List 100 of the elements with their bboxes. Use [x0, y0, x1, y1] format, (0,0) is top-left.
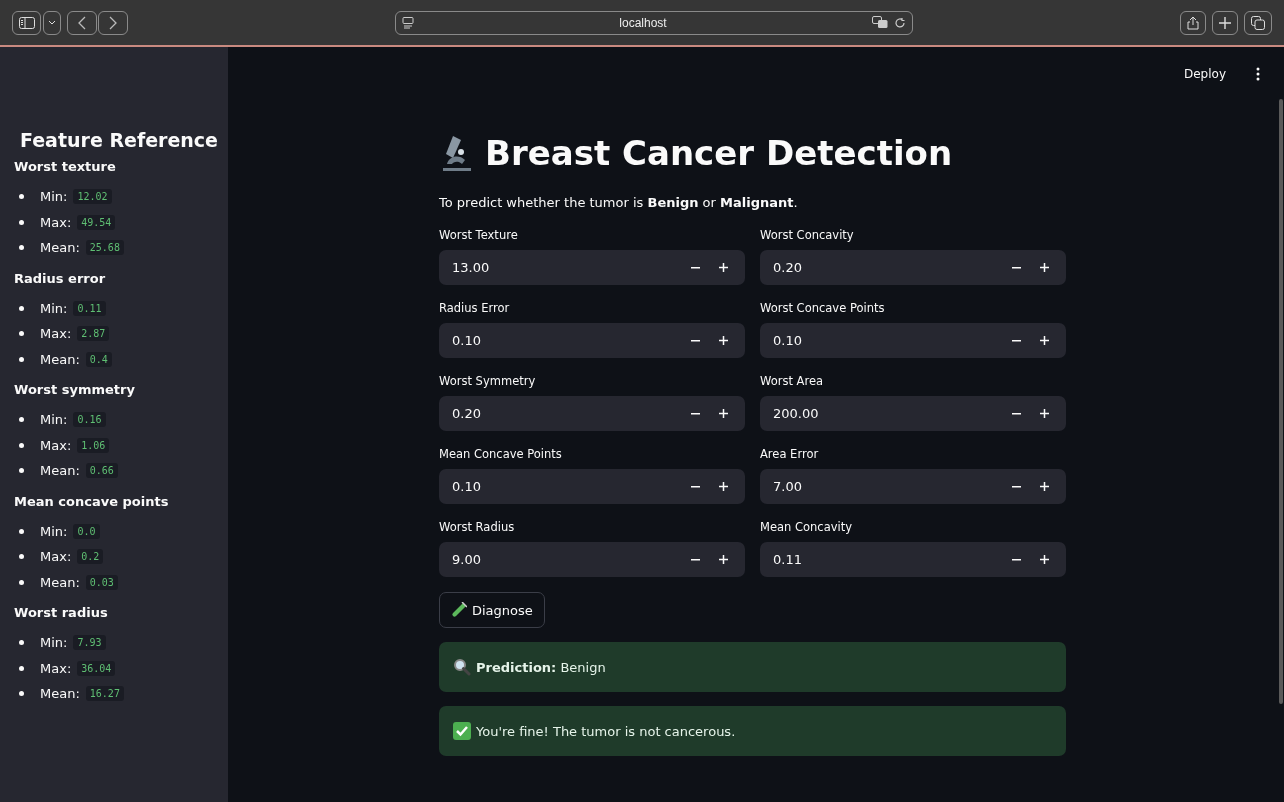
plus-icon	[1039, 409, 1049, 418]
number-input[interactable]: 0.20	[760, 250, 1066, 285]
number-input[interactable]: 7.00	[760, 469, 1066, 504]
plus-icon	[1039, 336, 1049, 345]
page-title: Breast Cancer Detection	[485, 133, 953, 173]
number-input[interactable]: 13.00	[439, 250, 745, 285]
input-label: Worst Radius	[439, 520, 516, 534]
number-input[interactable]: 0.20	[439, 396, 745, 431]
reload-icon[interactable]	[894, 16, 906, 29]
bullet-icon	[19, 554, 24, 560]
bullet-icon	[19, 245, 24, 251]
stat-value: 0.03	[85, 574, 118, 590]
bullet-icon	[19, 691, 24, 697]
input-value: 0.20	[773, 260, 803, 275]
bullet-icon	[19, 194, 24, 200]
number-input[interactable]: 0.10	[439, 323, 745, 358]
input-value: 0.10	[452, 333, 482, 348]
translate-icon[interactable]	[872, 16, 888, 29]
stat-value: 0.2	[77, 549, 104, 565]
input-label: Worst Concavity	[760, 228, 855, 242]
feature-heading: Worst symmetry	[14, 382, 136, 397]
sidebar-icon	[18, 16, 35, 29]
stat-label: Mean:	[40, 351, 80, 367]
input-value: 7.00	[773, 479, 803, 494]
share-icon	[1187, 15, 1199, 30]
minus-icon	[1011, 558, 1021, 561]
number-input[interactable]: 200.00	[760, 396, 1066, 431]
bullet-icon	[19, 356, 24, 362]
number-input[interactable]: 0.11	[760, 542, 1066, 577]
plus-icon	[718, 409, 728, 418]
intro-text: To predict whether the tumor is Benign or Malignant.	[439, 195, 799, 210]
stat-label: Max:	[40, 214, 72, 230]
bullet-icon	[19, 468, 24, 474]
bullet-icon	[19, 528, 24, 534]
feature-heading: Radius error	[14, 270, 107, 286]
deploy-button[interactable]: Deploy	[1179, 65, 1230, 83]
url-text: localhost	[618, 15, 668, 30]
magnifier-icon	[453, 658, 471, 676]
back-button[interactable]	[67, 10, 97, 35]
stat-value: 7.93	[73, 635, 106, 651]
input-value: 0.10	[773, 333, 803, 348]
number-input[interactable]: 9.00	[439, 542, 745, 577]
stat-label: Min:	[40, 300, 68, 316]
plus-icon	[1039, 263, 1049, 272]
stat-value: 0.16	[73, 412, 106, 428]
plus-icon	[718, 263, 728, 272]
bullet-icon	[19, 219, 24, 225]
plus-icon	[1219, 16, 1231, 29]
bullet-icon	[19, 305, 24, 311]
input-label: Area Error	[760, 447, 820, 461]
stat-value: 0.66	[85, 463, 118, 479]
page-icon	[402, 16, 414, 29]
plus-icon	[718, 336, 728, 345]
minus-icon	[690, 412, 700, 415]
minus-icon	[690, 485, 700, 488]
minus-icon	[1011, 266, 1021, 269]
number-input[interactable]: 0.10	[439, 469, 745, 504]
sidebar-toggle-button[interactable]	[12, 10, 41, 35]
new-tab-button[interactable]	[1212, 10, 1238, 35]
number-input[interactable]: 0.10	[760, 323, 1066, 358]
chevron-down-icon	[48, 20, 56, 25]
stat-label: Mean:	[40, 463, 80, 479]
diagnose-button[interactable]: Diagnose	[439, 592, 545, 628]
stat-value: 16.27	[85, 686, 124, 702]
input-label: Worst Area	[760, 374, 825, 388]
dropdown-button[interactable]	[43, 10, 61, 35]
input-label: Worst Symmetry	[439, 374, 537, 388]
forward-icon	[109, 15, 117, 30]
forward-button[interactable]	[98, 10, 128, 35]
tabs-overview-button[interactable]	[1244, 10, 1272, 35]
input-value: 13.00	[452, 260, 491, 275]
tabs-icon	[1251, 15, 1265, 30]
address-bar[interactable]: localhost	[395, 10, 913, 35]
share-button[interactable]	[1180, 10, 1206, 35]
stat-label: Max:	[40, 437, 72, 453]
minus-icon	[1011, 339, 1021, 342]
plus-icon	[1039, 555, 1049, 564]
bullet-icon	[19, 640, 24, 646]
bullet-icon	[19, 665, 24, 671]
stat-value: 36.04	[77, 660, 116, 676]
stat-label: Mean:	[40, 240, 80, 256]
alert-text: Prediction: Benign	[476, 659, 606, 675]
bullet-icon	[19, 442, 24, 448]
input-label: Mean Concave Points	[439, 447, 563, 461]
more-icon[interactable]	[1256, 67, 1260, 81]
input-label: Mean Concavity	[760, 520, 854, 534]
stat-value: 0.0	[73, 523, 100, 539]
stat-label: Min:	[40, 189, 68, 205]
bullet-icon	[19, 579, 24, 585]
plus-icon	[718, 482, 728, 491]
input-value: 0.20	[452, 406, 482, 421]
stat-value: 0.4	[85, 351, 112, 367]
bullet-icon	[19, 331, 24, 337]
stat-value: 2.87	[77, 326, 110, 342]
minus-icon	[1011, 485, 1021, 488]
feature-heading: Worst radius	[14, 605, 109, 620]
stat-label: Min:	[40, 635, 68, 651]
input-value: 200.00	[773, 406, 820, 421]
stat-value: 49.54	[77, 214, 116, 230]
minus-icon	[690, 558, 700, 561]
